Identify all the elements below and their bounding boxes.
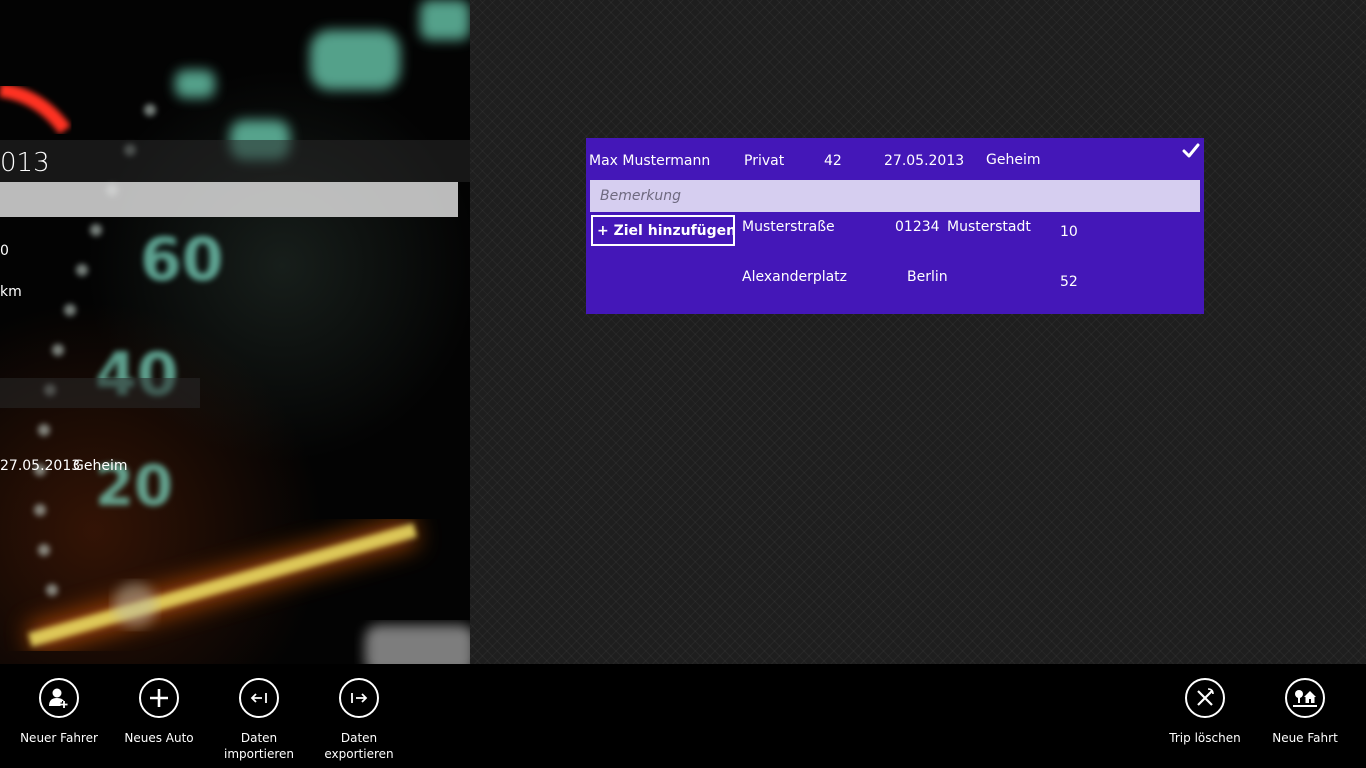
speedometer-background: 60 40 20: [0, 0, 470, 664]
content-area: [470, 0, 1366, 664]
destination-street: Musterstraße: [742, 219, 835, 235]
add-destination-button[interactable]: + Ziel hinzufügen: [591, 215, 735, 246]
new-car-label: Neues Auto: [124, 731, 194, 745]
trip-type: Privat: [744, 153, 785, 169]
import-data-button[interactable]: Daten importieren: [209, 678, 309, 762]
unit-label: km: [0, 284, 22, 300]
add-person-icon: [39, 678, 79, 718]
new-trip-button[interactable]: Neue Fahrt: [1255, 678, 1355, 746]
delete-trip-label: Trip löschen: [1169, 731, 1241, 745]
trip-km: 42: [824, 153, 842, 169]
delete-route-icon: [1185, 678, 1225, 718]
trip-date-label[interactable]: 27.05.2013: [0, 458, 80, 474]
trip-note: Geheim: [986, 152, 1041, 168]
app-bar: Neuer Fahrer Neues Auto Daten importiere…: [0, 664, 1366, 768]
svg-text:60: 60: [140, 225, 224, 295]
year-label: 013: [0, 148, 50, 178]
value-label: 0: [0, 243, 9, 259]
new-car-button[interactable]: Neues Auto: [109, 678, 209, 746]
new-driver-button[interactable]: Neuer Fahrer: [9, 678, 109, 746]
export-data-button[interactable]: Daten exportieren: [309, 678, 409, 762]
destination-distance: 10: [1060, 224, 1078, 240]
export-data-label: Daten exportieren: [324, 731, 394, 761]
plus-icon: [139, 678, 179, 718]
remark-input[interactable]: [590, 180, 1200, 212]
background-panel: 60 40 20 013 0 km 27.05.2013 Geheim: [0, 0, 470, 664]
search-field-fragment[interactable]: [0, 182, 458, 217]
destination-city: Musterstadt: [947, 219, 1031, 235]
driver-name: Max Mustermann: [589, 153, 711, 169]
new-trip-label: Neue Fahrt: [1272, 731, 1338, 745]
delete-trip-button[interactable]: Trip löschen: [1155, 678, 1255, 746]
destination-distance: 52: [1060, 274, 1078, 290]
house-tree-icon: [1285, 678, 1325, 718]
checkmark-icon[interactable]: [1182, 142, 1200, 160]
destination-zip: 01234: [895, 219, 940, 235]
destination-street: Alexanderplatz: [742, 269, 848, 285]
trip-card[interactable]: Max Mustermann Privat 42 27.05.2013 Gehe…: [586, 138, 1204, 314]
import-icon: [239, 678, 279, 718]
destination-city: Berlin: [907, 269, 948, 285]
export-icon: [339, 678, 379, 718]
trip-date: 27.05.2013: [884, 153, 965, 169]
import-data-label: Daten importieren: [224, 731, 294, 761]
section-band: [0, 378, 200, 408]
trip-note-label[interactable]: Geheim: [73, 458, 127, 474]
header-band: [0, 140, 470, 182]
new-driver-label: Neuer Fahrer: [20, 731, 98, 745]
